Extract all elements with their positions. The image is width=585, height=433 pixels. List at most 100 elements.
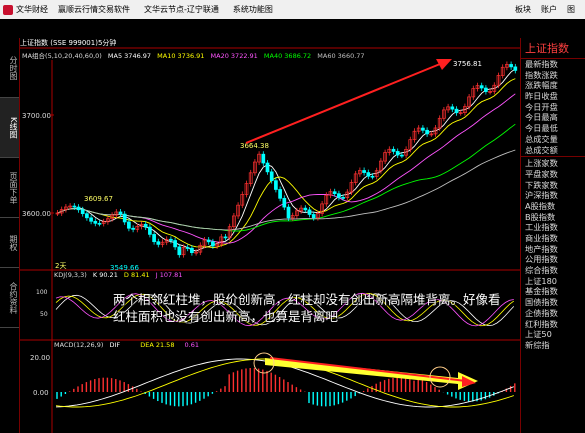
index-item[interactable]: 基金指数 (521, 286, 585, 297)
index-item[interactable]: 上证180 (521, 276, 585, 287)
tab-contract-info[interactable]: 合约资料 (0, 268, 19, 328)
menu-sector[interactable]: 板块 (515, 4, 531, 15)
menu-node[interactable]: 文华云节点-辽宁联通 (144, 4, 219, 15)
macd-divergence-yellow-arrow (265, 358, 478, 390)
tab-kline[interactable]: K线图 (0, 98, 19, 158)
index-item[interactable]: 地产指数 (521, 244, 585, 255)
label-high-right: 3756.81 (453, 60, 482, 68)
tab-intraday[interactable]: 分时图 (0, 38, 19, 98)
kdj-label: KDJ(9,3,3) (54, 271, 87, 279)
index-item[interactable]: 沪深指数 (521, 190, 585, 201)
index-item[interactable]: 新综指 (521, 340, 585, 351)
kdj-j-value: 107.81 (159, 271, 183, 279)
candle-body (454, 108, 459, 114)
index-item[interactable]: 上证50 (521, 329, 585, 340)
candle-body (164, 238, 169, 243)
quote-item: 今日开盘 (525, 101, 558, 112)
index-item[interactable]: 平盘家数 (521, 169, 585, 180)
candle-body (358, 170, 362, 175)
candle-body (122, 213, 127, 223)
candle-body (337, 193, 341, 198)
candle-body (257, 153, 261, 163)
candle-body (509, 64, 513, 68)
menu-account[interactable]: 账户 (541, 4, 557, 15)
tab-order[interactable]: 页面下单 (0, 158, 19, 218)
candle-body (353, 173, 358, 183)
candle-body (194, 251, 198, 254)
candle-body (253, 161, 257, 174)
candle-body (433, 127, 438, 135)
macd-peak-circle-2 (429, 366, 451, 388)
candle-body (479, 85, 484, 89)
candle-body (110, 214, 114, 220)
candle-body (118, 211, 123, 215)
macd-label: MACD(12,26,9) (54, 341, 104, 349)
index-item[interactable]: 公用指数 (521, 254, 585, 265)
candle-body (408, 139, 413, 150)
quote-item: 今日最低 (525, 123, 558, 134)
candle-body (311, 214, 316, 219)
candlesticks (55, 61, 518, 258)
index-list: 上涨家数 平盘家数 下跌家数 沪深指数 A股指数 B股指数 工业指数 商业指数 地产指数 公用指数… (521, 158, 585, 350)
candle-body (370, 175, 375, 178)
index-item[interactable]: B股指数 (521, 212, 585, 223)
candle-body (148, 226, 152, 235)
panel-separator (521, 156, 585, 158)
price-trend-arrow-line (245, 63, 441, 144)
divergence-note: 两个相邻红柱堆，股价创新高，红柱却没有创出新高隔堆背离。好像看红柱面积也没有创出… (113, 292, 501, 324)
quote-item: 总成交量 (525, 133, 558, 144)
ma60-value: 3660.77 (337, 52, 365, 60)
ma-lines (57, 68, 516, 252)
tab-options[interactable]: 期权 (0, 218, 19, 268)
candle-body (505, 64, 509, 68)
index-item[interactable]: 企债指数 (521, 308, 585, 319)
index-item[interactable]: 国债指数 (521, 297, 585, 308)
index-item[interactable]: 综合指数 (521, 265, 585, 276)
quote-item: 指数涨跌 (525, 69, 558, 80)
candle-body (471, 88, 476, 98)
quote-item: 涨跌幅度 (525, 80, 558, 91)
quote-item: 今日最高 (525, 112, 558, 123)
candle-body (244, 183, 249, 195)
index-item[interactable]: 上涨家数 (521, 158, 585, 169)
candle-body (387, 148, 392, 153)
candle-body (139, 223, 144, 227)
candle-body (93, 220, 98, 224)
ma-label: MA组合(5,10,20,40,60,0) (22, 52, 102, 60)
candle-body (177, 246, 182, 256)
app-logo-icon (3, 4, 13, 15)
candle-body (85, 213, 89, 219)
candle-body (332, 191, 337, 195)
kdj-d-value: 81.41 (131, 271, 150, 279)
candle-body (97, 222, 102, 225)
index-item[interactable]: A股指数 (521, 201, 585, 212)
candle-body (190, 247, 194, 253)
price-axis-3700: 3700.00 (22, 112, 51, 120)
instrument-label: 上证指数 (SSE 999001)5分钟 (20, 39, 117, 47)
ma-line-5 (57, 68, 516, 252)
candle-body (286, 206, 291, 219)
panel-title: 上证指数 (521, 38, 585, 59)
index-item[interactable]: 工业指数 (521, 222, 585, 233)
menu-software[interactable]: 赢顺云行情交易软件 (58, 4, 130, 15)
candle-body (106, 218, 110, 223)
candle-body (362, 170, 366, 173)
macd-dea-name: DEA (140, 341, 154, 349)
menu-chart[interactable]: 图 (567, 4, 575, 15)
kdj-axis-100: 100 (36, 289, 48, 296)
index-item[interactable]: 商业指数 (521, 233, 585, 244)
candle-body (76, 206, 81, 211)
candle-body (72, 205, 77, 208)
macd-divergence-red-arrow-head (462, 376, 476, 387)
candle-body (206, 239, 211, 243)
candle-body (374, 170, 379, 177)
candle-body (320, 203, 324, 214)
index-item[interactable]: 下跌家数 (521, 180, 585, 191)
index-item[interactable]: 红利指数 (521, 319, 585, 330)
candle-body (379, 160, 383, 172)
menu-system[interactable]: 系统功能图 (233, 4, 273, 15)
instrument-header: 上证指数 (SSE 999001)5分钟 (20, 38, 520, 48)
price-axis-3600: 3600.00 (22, 210, 51, 218)
candle-body (282, 197, 287, 208)
candle-body (198, 244, 203, 253)
